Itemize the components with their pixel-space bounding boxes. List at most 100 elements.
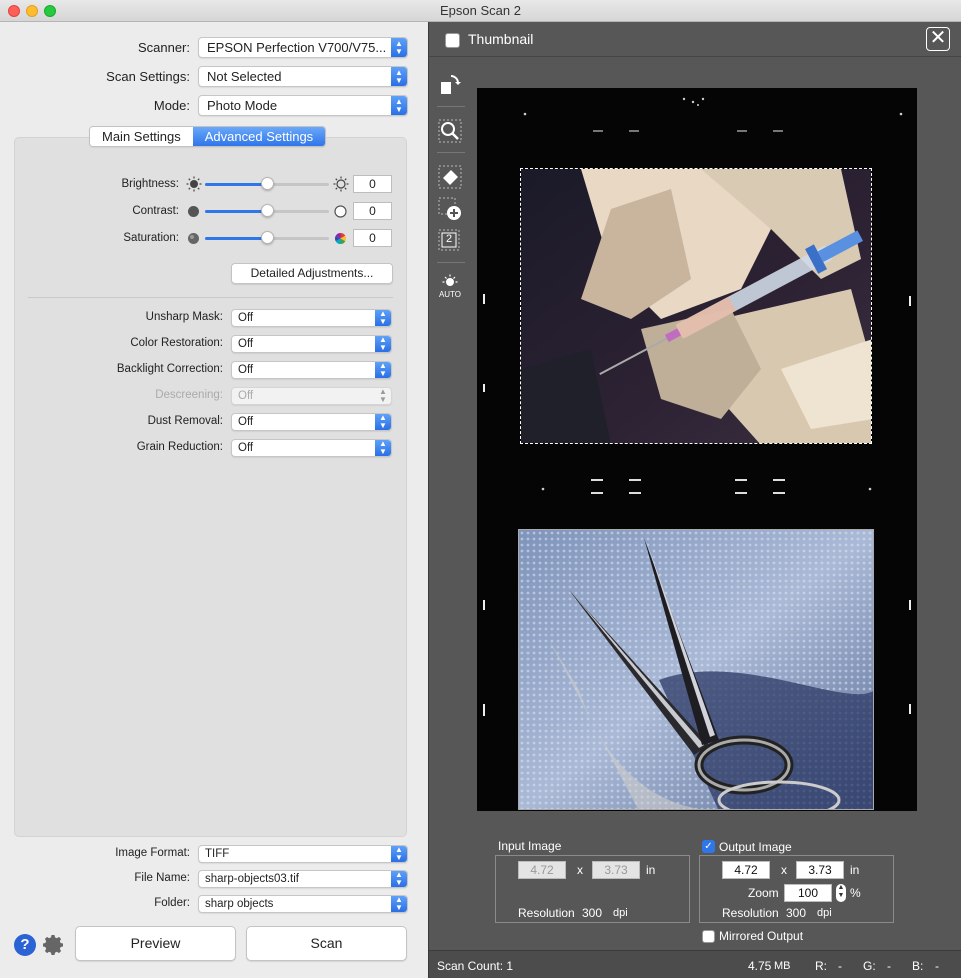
scan-settings-select[interactable]: Not Selected ▲ ▼ — [198, 66, 408, 87]
saturation-value-field[interactable]: 0 — [353, 229, 392, 247]
input-resolution-label: Resolution — [518, 906, 575, 920]
contrast-low-icon — [188, 206, 199, 217]
checkmark-icon: ✓ — [704, 841, 713, 852]
zoom-stepper[interactable]: ▲ ▼ — [836, 884, 846, 902]
contrast-value-field[interactable]: 0 — [353, 202, 392, 220]
chevron-updown-icon: ▲ ▼ — [375, 336, 391, 352]
output-width-field[interactable]: 4.72 — [722, 861, 770, 879]
status-bar: Scan Count: 1 4.75 MB R: - G: - B: - — [429, 950, 961, 978]
blue-label: B: — [912, 959, 924, 973]
zoom-window-button[interactable] — [44, 5, 56, 17]
chevron-updown-icon: ▲ ▼ — [379, 387, 387, 404]
toolbar-divider — [437, 106, 465, 107]
second-frame[interactable] — [518, 529, 874, 810]
output-image-title: Output Image — [719, 840, 792, 854]
window-titlebar: Epson Scan 2 — [0, 0, 961, 22]
advanced-settings-group: Brightness: 0 Contrast: 0 Saturation: 0 … — [14, 137, 407, 837]
scan-button[interactable]: Scan — [246, 926, 407, 961]
auto-label: AUTO — [438, 290, 462, 299]
zoom-preview-icon[interactable] — [437, 118, 463, 144]
red-value: - — [838, 959, 842, 973]
output-resolution-value: 300 — [786, 906, 807, 920]
contrast-label: Contrast: — [132, 205, 179, 217]
close-window-button[interactable] — [8, 5, 20, 17]
brightness-label: Brightness: — [121, 178, 179, 190]
mirrored-output-label: Mirrored Output — [719, 929, 804, 943]
contrast-slider-knob[interactable] — [261, 204, 274, 217]
grain-reduction-label: Grain Reduction: — [136, 441, 223, 453]
file-name-select[interactable]: sharp-objects03.tif ▲ ▼ — [198, 870, 408, 888]
marquee-selection[interactable] — [520, 168, 872, 444]
grain-reduction-select[interactable]: Off ▲ ▼ — [231, 439, 392, 457]
multi-marquee-icon[interactable]: 2 — [437, 228, 463, 254]
chevron-updown-icon: ▲ ▼ — [375, 310, 391, 326]
add-marquee-icon[interactable] — [437, 196, 463, 222]
chevron-updown-icon: ▲ ▼ — [391, 871, 407, 887]
scan-settings-label: Scan Settings: — [106, 69, 190, 84]
thumbnail-checkbox[interactable] — [445, 33, 460, 48]
toolbar-divider — [437, 152, 465, 153]
scan-count: Scan Count: 1 — [437, 959, 514, 973]
image-format-select[interactable]: TIFF ▲ ▼ — [198, 845, 408, 863]
dust-removal-select[interactable]: Off ▲ ▼ — [231, 413, 392, 431]
output-resolution-unit: dpi — [817, 907, 832, 919]
close-preview-button[interactable]: ✕ — [926, 27, 950, 51]
green-label: G: — [863, 959, 876, 973]
rotate-icon[interactable] — [437, 72, 463, 98]
color-restoration-label: Color Restoration: — [130, 337, 223, 349]
color-restoration-value: Off — [238, 338, 254, 350]
brightness-slider-knob[interactable] — [261, 177, 274, 190]
chevron-updown-icon: ▲ ▼ — [375, 362, 391, 378]
mirrored-output-checkbox[interactable] — [702, 930, 715, 943]
tab-main-settings[interactable]: Main Settings — [90, 127, 193, 146]
preview-panel: Thumbnail ✕ 2 AUTO Input Image 4.72 x 3.… — [428, 22, 961, 978]
mode-select[interactable]: Photo Mode ▲ ▼ — [198, 95, 408, 116]
output-unit-label: in — [850, 863, 860, 877]
folder-label: Folder: — [154, 897, 190, 909]
settings-tabs: Main Settings Advanced Settings — [89, 126, 327, 147]
detailed-adjustments-button[interactable]: Detailed Adjustments... — [231, 263, 393, 284]
folder-value: sharp objects — [205, 898, 274, 910]
scanner-select[interactable]: EPSON Perfection V700/V75... ▲ ▼ — [198, 37, 408, 58]
saturation-label: Saturation: — [123, 232, 179, 244]
auto-exposure-button[interactable]: AUTO — [437, 274, 467, 304]
saturation-high-icon — [334, 233, 347, 244]
folder-select[interactable]: sharp objects ▲ ▼ — [198, 895, 408, 913]
backlight-correction-select[interactable]: Off ▲ ▼ — [231, 361, 392, 379]
input-image-title: Input Image — [498, 839, 562, 853]
saturation-low-icon — [188, 233, 199, 244]
descreening-value: Off — [238, 390, 254, 402]
preview-image-area[interactable] — [477, 88, 917, 811]
tab-advanced-settings[interactable]: Advanced Settings — [192, 127, 326, 146]
chevron-updown-icon: ▲ ▼ — [837, 884, 845, 899]
scanner-value: EPSON Perfection V700/V75... — [207, 40, 387, 55]
output-dimension-separator: x — [781, 863, 787, 877]
output-image-checkbox[interactable]: ✓ — [702, 840, 715, 853]
input-unit-label: in — [646, 863, 656, 877]
unsharp-mask-value: Off — [238, 312, 254, 324]
grain-reduction-value: Off — [238, 442, 254, 454]
minimize-window-button[interactable] — [26, 5, 38, 17]
descreening-label: Descreening: — [155, 389, 223, 401]
brightness-value-field[interactable]: 0 — [353, 175, 392, 193]
chevron-updown-icon: ▲ ▼ — [391, 96, 407, 115]
input-height-field: 3.73 — [592, 861, 640, 879]
preview-button[interactable]: Preview — [75, 926, 236, 961]
image-format-value: TIFF — [205, 848, 230, 860]
output-height-field[interactable]: 3.73 — [796, 861, 844, 879]
color-restoration-select[interactable]: Off ▲ ▼ — [231, 335, 392, 353]
help-icon[interactable]: ? — [14, 934, 36, 956]
gear-icon[interactable] — [42, 933, 66, 957]
dust-removal-value: Off — [238, 416, 254, 428]
toolbar-divider — [437, 262, 465, 263]
window-title: Epson Scan 2 — [440, 3, 521, 18]
file-size-value: 4.75 — [748, 959, 772, 973]
zoom-field[interactable]: 100 — [784, 884, 832, 902]
unsharp-mask-select[interactable]: Off ▲ ▼ — [231, 309, 392, 327]
multi-marquee-count: 2 — [445, 233, 453, 245]
clear-marquee-icon[interactable] — [437, 164, 463, 190]
saturation-slider-knob[interactable] — [261, 231, 274, 244]
settings-panel: Scanner: EPSON Perfection V700/V75... ▲ ▼… — [0, 22, 428, 978]
saturation-slider-fill — [205, 237, 267, 240]
descreening-select: Off ▲ ▼ — [231, 387, 392, 405]
